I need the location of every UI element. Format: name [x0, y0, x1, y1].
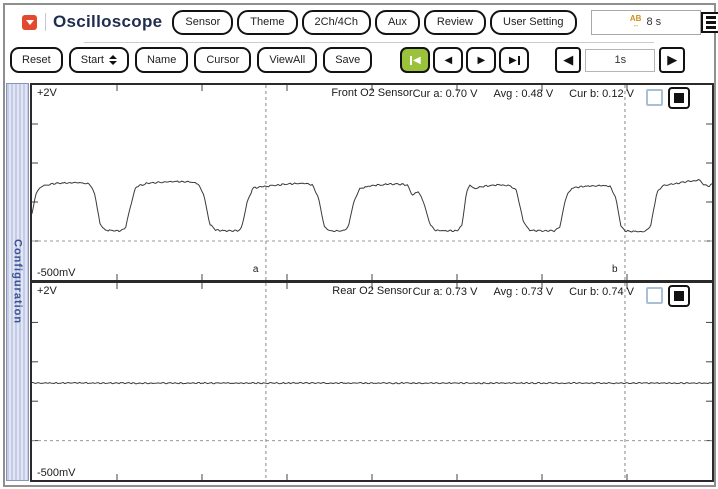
step-back-button[interactable]: ◀: [433, 47, 464, 73]
channel-1-measurements: Cur a: 0.70 V Avg : 0.48 V Cur b: 0.12 V: [413, 88, 634, 100]
ab-time-display: AB ↔ 8 s: [590, 9, 701, 35]
average-value: Avg : 0.48 V: [493, 88, 554, 100]
channel-1-waveform: [32, 85, 712, 280]
name-button[interactable]: Name: [134, 47, 189, 73]
skip-start-icon: ◀: [412, 54, 421, 66]
black-square-icon: [674, 291, 684, 301]
app-title: Oscilloscope: [53, 12, 163, 31]
aux-button[interactable]: Aux: [374, 9, 420, 35]
volts-top-label: +2V: [37, 285, 57, 297]
cursor-b-value: Cur b: 0.74 V: [569, 286, 634, 298]
cursor-b-tag[interactable]: b: [612, 264, 618, 275]
cursor-a-tag[interactable]: a: [253, 264, 259, 275]
toolbar: Reset Start Name Cursor ViewAll Save ◀ ◀…: [10, 47, 710, 73]
channel-2-plot: +2V Rear O2 Sensor Cur a: 0.73 V Avg : 0…: [30, 281, 714, 482]
channel-1-title: Front O2 Sensor: [331, 87, 413, 99]
channel-1-style-button[interactable]: [668, 87, 690, 109]
cursor-b-value: Cur b: 0.12 V: [569, 88, 634, 100]
skip-end-icon: ▶: [508, 54, 517, 66]
volts-top-label: +2V: [37, 87, 57, 99]
divider: [45, 13, 46, 31]
skip-to-start-button[interactable]: ◀: [400, 47, 431, 73]
timebase-increase-button[interactable]: ▶: [659, 47, 686, 73]
menu-icon[interactable]: [700, 11, 718, 33]
title-bar: Oscilloscope Sensor Theme 2Ch/4Ch Aux Re…: [22, 9, 718, 35]
user-setting-button[interactable]: User Setting: [490, 9, 577, 35]
configuration-tab-label: Configuration: [11, 239, 24, 325]
channel-2-visibility-checkbox[interactable]: [646, 287, 663, 304]
volts-bottom-label: -500mV: [37, 467, 76, 479]
average-value: Avg : 0.73 V: [493, 286, 554, 298]
spinner-icon: [108, 55, 117, 65]
channel-mode-button[interactable]: 2Ch/4Ch: [301, 9, 371, 35]
theme-button[interactable]: Theme: [237, 9, 298, 35]
app-dropdown-icon[interactable]: [22, 14, 37, 30]
toolbar-separator: [84, 42, 654, 43]
volts-bottom-label: -500mV: [37, 267, 76, 279]
reset-button[interactable]: Reset: [10, 47, 63, 73]
ab-time-value: 8 s: [646, 16, 662, 28]
viewall-button[interactable]: ViewAll: [257, 47, 318, 73]
cursor-a-value: Cur a: 0.70 V: [412, 88, 478, 100]
channel-2-waveform: [32, 283, 712, 480]
channel-2-title: Rear O2 Sensor: [332, 285, 412, 297]
chevron-down-icon: [25, 20, 34, 25]
playback-controls: ◀ ◀ ▶ ▶: [400, 47, 530, 73]
cursor-a-value: Cur a: 0.73 V: [412, 286, 478, 298]
ab-range-icon: AB ↔: [629, 14, 642, 30]
channel-2-style-button[interactable]: [668, 285, 690, 307]
channel-1-plot: +2V Front O2 Sensor Cur a: 0.70 V Avg : …: [30, 83, 714, 282]
save-button[interactable]: Save: [323, 47, 373, 73]
skip-to-end-button[interactable]: ▶: [499, 47, 530, 73]
cursor-button[interactable]: Cursor: [194, 47, 252, 73]
review-button[interactable]: Review: [423, 9, 486, 35]
sensor-button[interactable]: Sensor: [172, 9, 234, 35]
configuration-tab[interactable]: Configuration: [6, 83, 29, 481]
black-square-icon: [674, 93, 684, 103]
channel-2-measurements: Cur a: 0.73 V Avg : 0.73 V Cur b: 0.74 V: [413, 286, 634, 298]
step-forward-button[interactable]: ▶: [466, 47, 497, 73]
timebase-control: ◀ 1s ▶: [555, 47, 686, 73]
step-back-icon: ◀: [444, 54, 453, 66]
start-button[interactable]: Start: [68, 47, 129, 73]
step-forward-icon: ▶: [477, 54, 486, 66]
channel-1-visibility-checkbox[interactable]: [646, 89, 663, 106]
timebase-value: 1s: [585, 48, 656, 72]
timebase-decrease-button[interactable]: ◀: [555, 47, 582, 73]
